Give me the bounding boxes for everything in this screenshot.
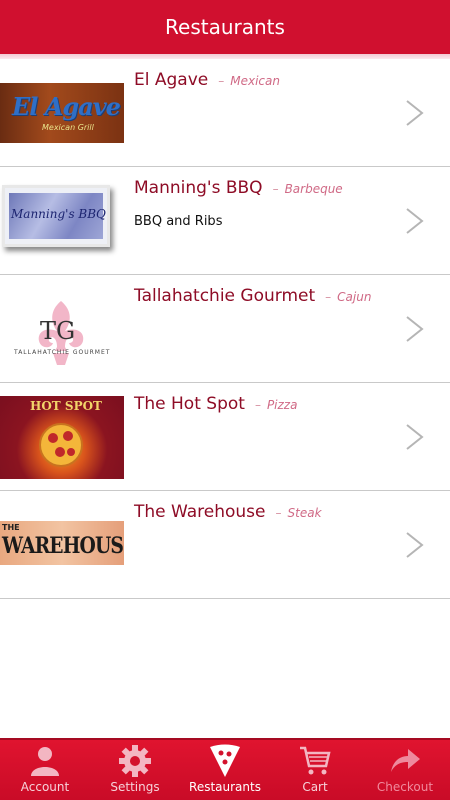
restaurant-row-el-agave[interactable]: El Agave Mexican Grill El Agave – Mexican	[0, 59, 450, 167]
chevron-right-icon	[406, 208, 424, 234]
name-separator: –	[272, 182, 279, 196]
restaurant-list: El Agave Mexican Grill El Agave – Mexican …	[0, 59, 450, 599]
chevron-right-icon	[406, 532, 424, 558]
chevron-right-icon	[406, 100, 424, 126]
name-separator: –	[325, 290, 332, 304]
person-icon	[31, 747, 59, 776]
tab-label: Checkout	[376, 780, 434, 794]
tab-label: Restaurants	[189, 780, 261, 794]
gear-icon	[119, 745, 151, 777]
mannings-bbq-logo: Manning's BBQ	[2, 185, 110, 247]
restaurant-name: Tallahatchie Gourmet	[134, 286, 316, 306]
the-hot-spot-logo: HOT SPOT	[0, 396, 124, 479]
restaurant-cuisine: Mexican	[230, 74, 280, 88]
tab-label: Cart	[302, 780, 328, 794]
the-warehouse-logo: THE WAREHOUSE	[0, 521, 124, 565]
restaurant-row-mannings-bbq[interactable]: Manning's BBQ Manning's BBQ – Barbeque BBQ…	[0, 167, 450, 275]
restaurant-cuisine: Steak	[287, 506, 322, 520]
el-agave-logo: El Agave Mexican Grill	[0, 83, 124, 143]
tab-label: Settings	[110, 780, 160, 794]
restaurant-name-line: El Agave – Mexican	[134, 70, 280, 90]
name-separator: –	[218, 74, 225, 88]
restaurant-name: El Agave	[134, 70, 209, 90]
restaurant-row-the-hot-spot[interactable]: HOT SPOT The Hot Spot – Pizza	[0, 383, 450, 491]
restaurant-cuisine: Cajun	[337, 290, 372, 304]
restaurant-name-line: Manning's BBQ – Barbeque	[134, 178, 343, 198]
restaurant-subtitle: BBQ and Ribs	[134, 214, 223, 229]
tab-label: Account	[20, 780, 70, 794]
pizza-slice-icon	[210, 744, 240, 777]
page-title: Restaurants	[165, 15, 285, 39]
name-separator: –	[254, 398, 261, 412]
restaurant-row-tallahatchie-gourmet[interactable]: TG TALLAHATCHIE GOURMET Tallahatchie Gou…	[0, 275, 450, 383]
restaurant-name: The Hot Spot	[134, 394, 245, 414]
tab-checkout[interactable]: Checkout	[360, 740, 450, 800]
tallahatchie-gourmet-logo: TG TALLAHATCHIE GOURMET	[10, 295, 120, 373]
name-separator: –	[275, 506, 282, 520]
restaurant-row-the-warehouse[interactable]: THE WAREHOUSE The Warehouse – Steak	[0, 491, 450, 599]
share-arrow-icon	[391, 749, 420, 772]
tab-cart[interactable]: Cart	[270, 740, 360, 800]
bottom-tab-bar: Account Settings Restaurants Cart Checko…	[0, 738, 450, 800]
restaurant-name-line: The Hot Spot – Pizza	[134, 394, 297, 414]
tab-settings[interactable]: Settings	[90, 740, 180, 800]
restaurant-name-line: Tallahatchie Gourmet – Cajun	[134, 286, 371, 306]
chevron-right-icon	[406, 424, 424, 450]
restaurant-name-line: The Warehouse – Steak	[134, 502, 322, 522]
chevron-right-icon	[406, 316, 424, 342]
tab-restaurants[interactable]: Restaurants	[180, 740, 270, 800]
header-bar: Restaurants	[0, 0, 450, 54]
restaurant-cuisine: Barbeque	[284, 182, 343, 196]
cart-icon	[300, 746, 331, 775]
restaurant-name: Manning's BBQ	[134, 178, 263, 198]
tab-account[interactable]: Account	[0, 740, 90, 800]
restaurant-name: The Warehouse	[134, 502, 266, 522]
restaurant-cuisine: Pizza	[266, 398, 298, 412]
